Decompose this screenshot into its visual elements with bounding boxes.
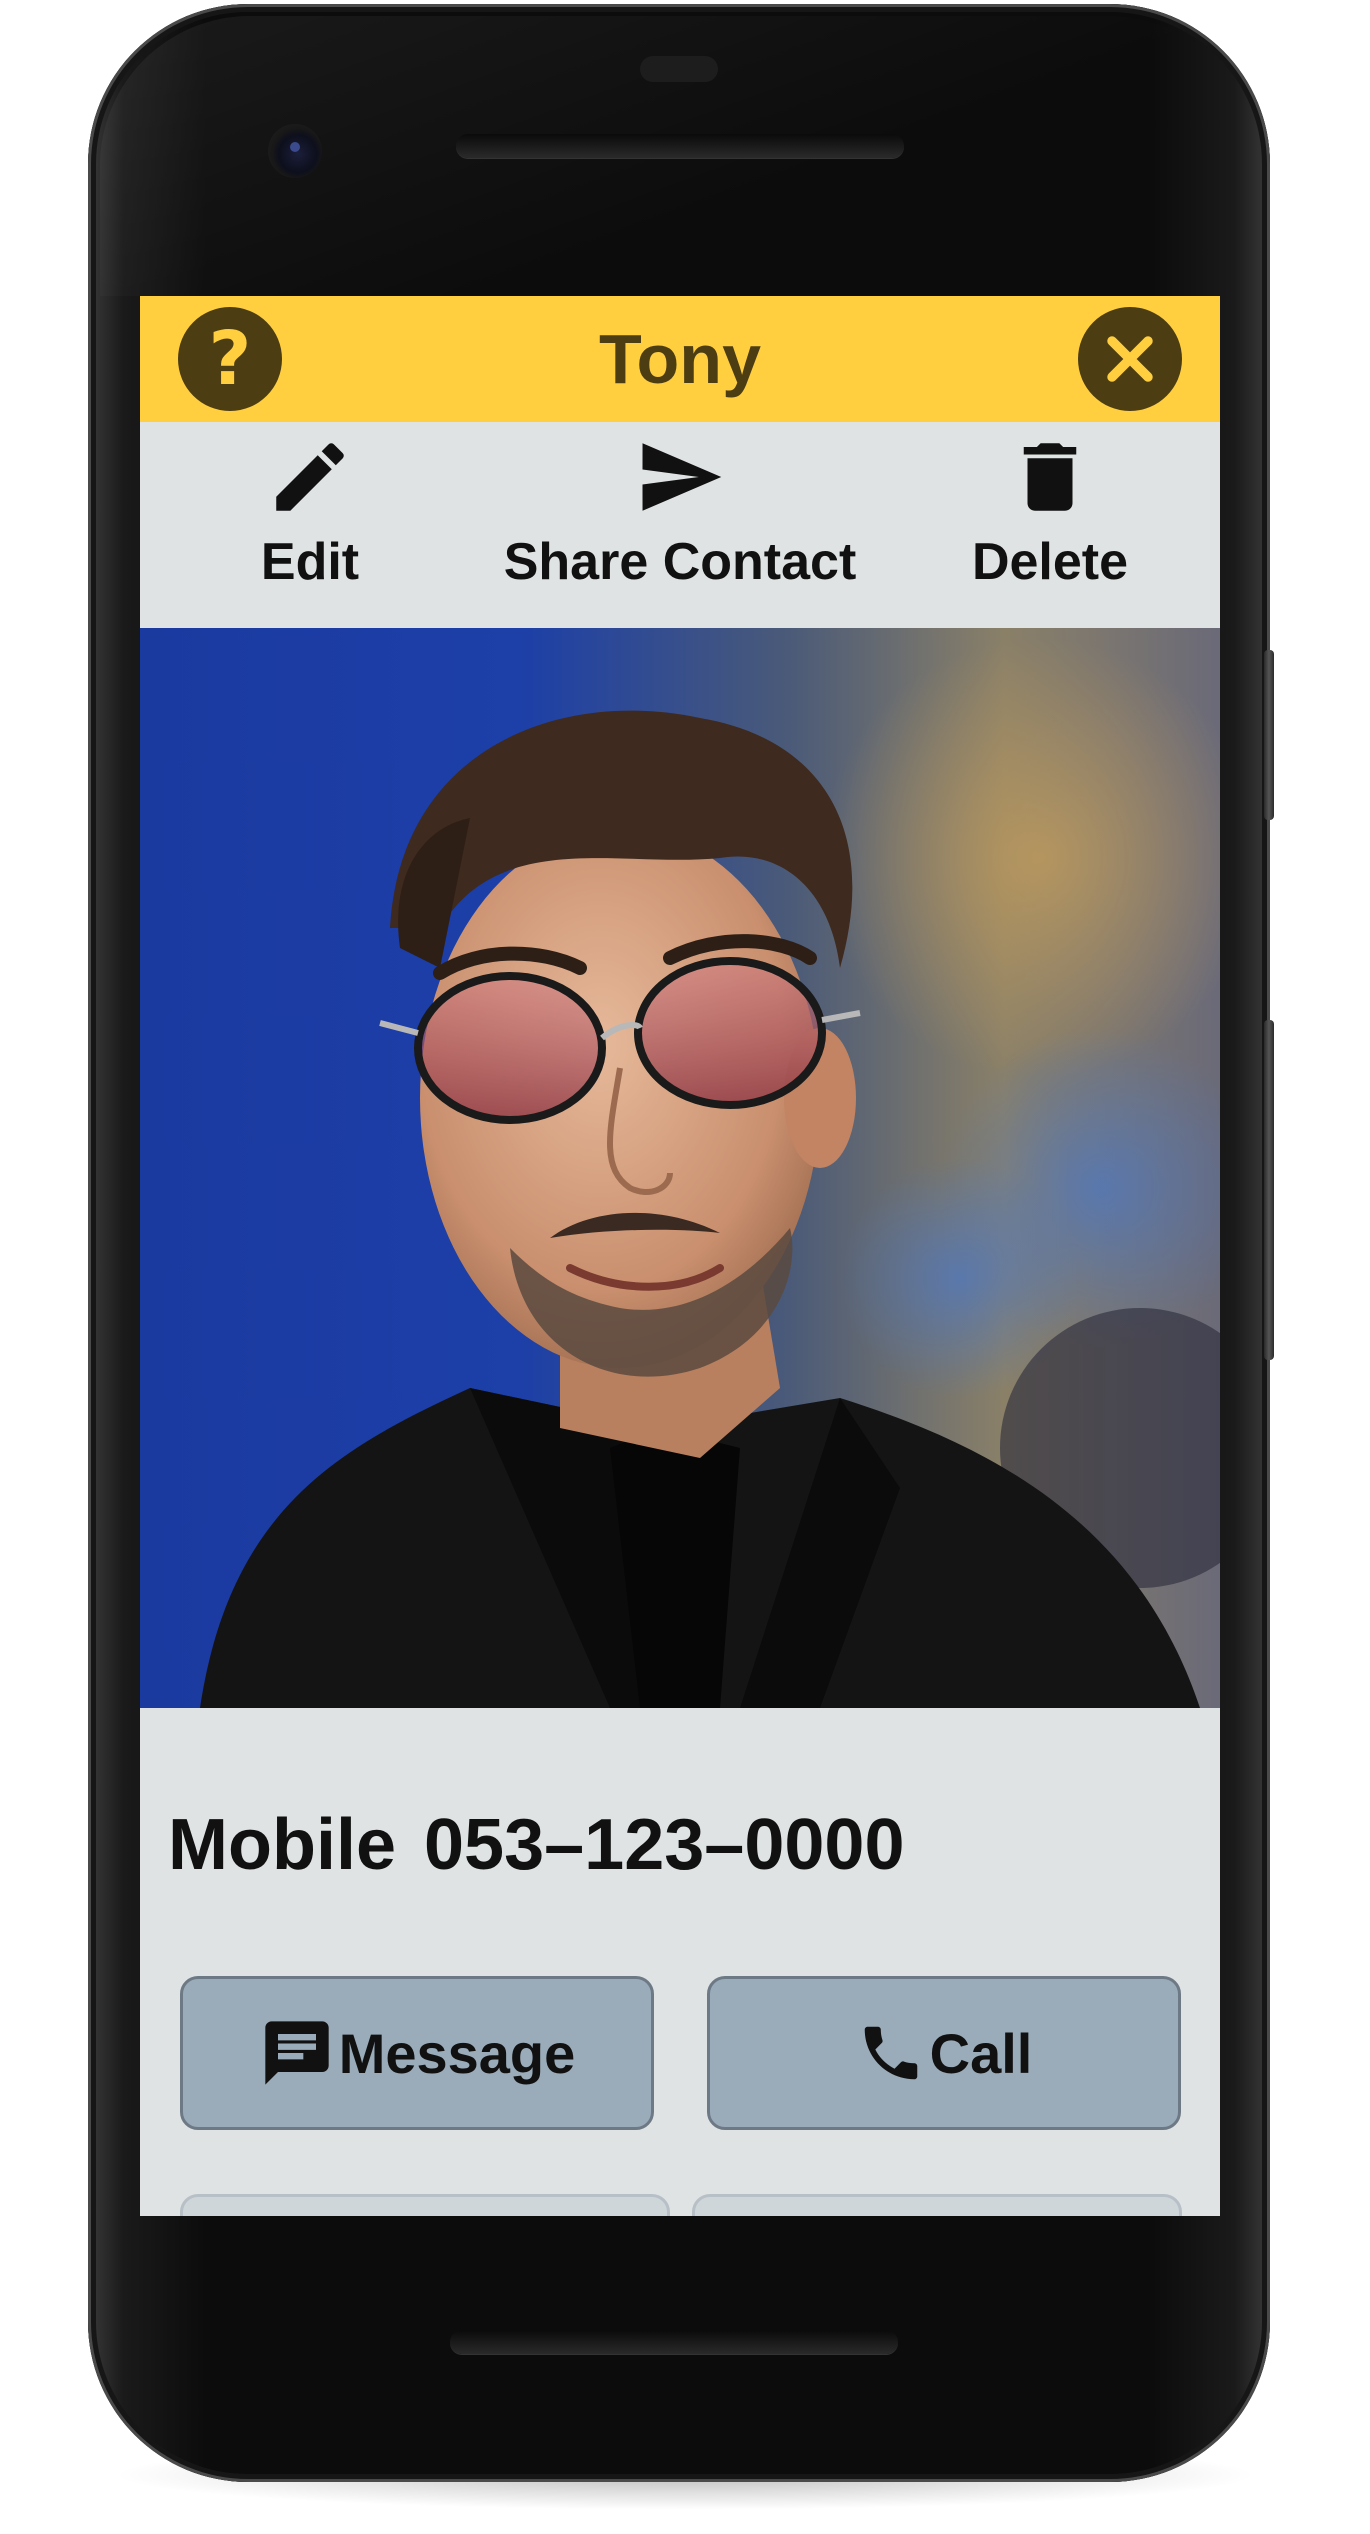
message-label: Message	[338, 2021, 576, 2085]
contact-title: Tony	[598, 320, 761, 398]
share-contact-label: Share Contact	[503, 533, 857, 591]
message-icon	[265, 2021, 329, 2085]
pencil-icon	[276, 443, 344, 511]
send-icon	[642, 443, 722, 511]
volume-button	[1264, 1020, 1274, 1360]
edit-button[interactable]: Edit	[210, 422, 410, 628]
top-speaker-grille	[456, 134, 904, 158]
contact-portrait-image	[140, 628, 1220, 1708]
phone-type-label: Mobile	[168, 1805, 396, 1885]
call-label: Call	[929, 2021, 1033, 2085]
contact-toolbar: Edit Share Contact Delete	[140, 422, 1220, 628]
delete-label: Delete	[971, 533, 1129, 591]
power-button	[1264, 650, 1274, 820]
message-button[interactable]: Message	[180, 1976, 654, 2130]
phone-number-row[interactable]: Mobile 053–123–0000	[168, 1804, 933, 1886]
close-button[interactable]	[1078, 307, 1182, 411]
phone-icon	[864, 2026, 917, 2080]
bottom-speaker-grille	[450, 2330, 898, 2354]
delete-button[interactable]: Delete	[940, 422, 1160, 628]
trash-icon	[1023, 443, 1077, 511]
share-contact-button[interactable]: Share Contact	[480, 422, 880, 628]
help-button[interactable]: ?	[178, 307, 282, 411]
device-mockup: ? Tony Edit Share Contact Delete Mobile …	[0, 0, 1370, 2534]
call-button[interactable]: Call	[707, 1976, 1181, 2130]
partial-button-right[interactable]	[692, 2194, 1182, 2216]
help-circle-icon: ?	[208, 316, 252, 402]
contact-photo	[140, 628, 1220, 1708]
partial-button-left[interactable]	[180, 2194, 670, 2216]
earpiece	[640, 56, 718, 82]
edit-label: Edit	[260, 533, 360, 591]
contact-info: Mobile 053–123–0000 Message Call	[140, 1708, 1220, 2216]
close-circle-icon	[1107, 336, 1153, 382]
title-bar: ? Tony	[140, 296, 1220, 422]
contact-screen: ? Tony Edit Share Contact Delete Mobile …	[140, 296, 1220, 2216]
front-camera	[268, 124, 322, 178]
phone-number: 053–123–0000	[424, 1805, 905, 1885]
